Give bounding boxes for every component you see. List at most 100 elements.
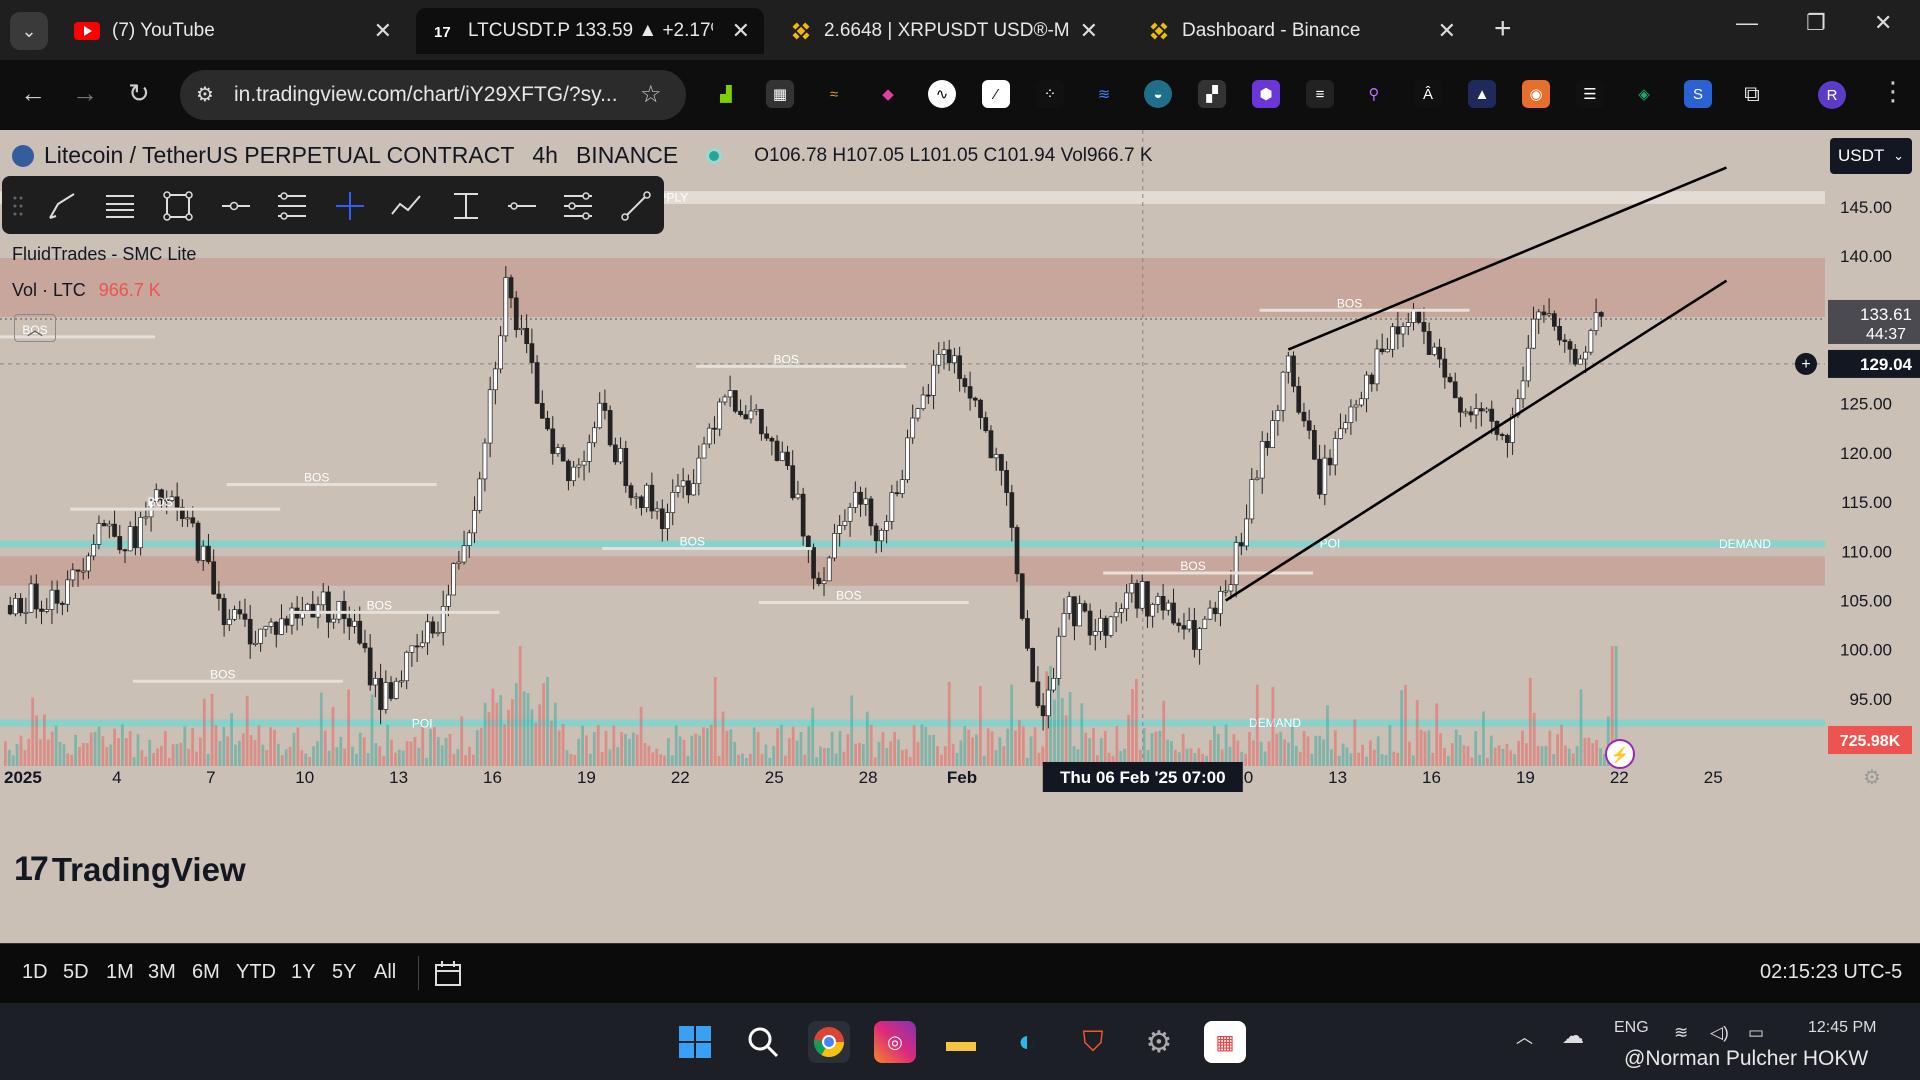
symbol-title[interactable]: Litecoin / TetherUS PERPETUAL CONTRACT bbox=[44, 142, 514, 169]
drag-handle-icon[interactable] bbox=[10, 190, 26, 222]
price-chart[interactable]: SUPPLYDEMANDDEMANDBOSBOSBOSBOSBOSBOSBOSB… bbox=[0, 130, 1920, 943]
back-button[interactable]: ← bbox=[20, 78, 46, 109]
new-tab-button[interactable]: + bbox=[1494, 12, 1512, 46]
extension-slash-icon[interactable]: ⁄ bbox=[982, 80, 1010, 108]
candle-up bbox=[200, 545, 206, 561]
volume-bar bbox=[604, 730, 608, 766]
extension-camera-icon[interactable]: ◉ bbox=[1522, 80, 1550, 108]
extension-hex-icon[interactable]: ⬢ bbox=[1252, 80, 1280, 108]
bookmark-star-icon[interactable]: ☆ bbox=[640, 80, 662, 109]
settings-gear-icon[interactable]: ⚙ bbox=[1138, 1021, 1180, 1063]
range-3m[interactable]: 3M bbox=[148, 961, 176, 984]
close-icon[interactable]: ✕ bbox=[1438, 18, 1456, 44]
brave-icon[interactable]: ⛉ bbox=[1072, 1021, 1114, 1063]
volume-icon[interactable]: ◁) bbox=[1710, 1023, 1729, 1043]
start-windows-icon[interactable] bbox=[674, 1021, 716, 1063]
file-explorer-icon[interactable]: ▬ bbox=[940, 1021, 982, 1063]
range-1m[interactable]: 1M bbox=[106, 961, 134, 984]
tab-binance-dashboard[interactable]: Dashboard - Binance ✕ bbox=[1130, 8, 1470, 54]
extension-pin-icon[interactable]: ⚲ bbox=[1360, 80, 1388, 108]
horizontal-line-icon[interactable] bbox=[506, 190, 538, 222]
chart-clock[interactable]: 02:15:23 UTC-5 bbox=[1760, 961, 1902, 984]
close-icon[interactable]: ✕ bbox=[374, 18, 392, 44]
range-5d[interactable]: 5D bbox=[63, 961, 89, 984]
close-icon[interactable]: ✕ bbox=[732, 18, 750, 44]
language-indicator[interactable]: ENG bbox=[1614, 1019, 1649, 1037]
chrome-icon[interactable] bbox=[808, 1021, 850, 1063]
price-range-icon[interactable] bbox=[450, 190, 482, 222]
onedrive-cloud-icon[interactable]: ☁ bbox=[1562, 1023, 1584, 1049]
tray-time[interactable]: 12:45 PM bbox=[1808, 1019, 1876, 1037]
volume-bar bbox=[577, 738, 581, 766]
close-icon[interactable]: ✕ bbox=[1080, 18, 1098, 44]
wifi-icon[interactable]: ≋ bbox=[1674, 1023, 1688, 1043]
tab-tradingview[interactable]: 17 LTCUSDT.P 133.59 ▲ +2.17% Ur ✕ bbox=[416, 8, 764, 54]
calendar-icon[interactable] bbox=[434, 960, 464, 988]
battery-icon[interactable]: ▭ bbox=[1748, 1023, 1764, 1043]
site-settings-icon[interactable]: ⚙ bbox=[196, 82, 214, 107]
extension-wave-icon[interactable]: ≈ bbox=[820, 80, 848, 108]
pitchfork-icon[interactable] bbox=[562, 190, 594, 222]
extension-bars-icon[interactable]: ≋ bbox=[1090, 80, 1118, 108]
trend-line-icon[interactable] bbox=[620, 190, 652, 222]
extension-lines-icon[interactable]: ☰ bbox=[1576, 80, 1604, 108]
tray-chevron-up-icon[interactable]: ︿ bbox=[1516, 1023, 1533, 1048]
edge-icon[interactable]: ◐ bbox=[1006, 1021, 1048, 1063]
interval-label[interactable]: 4h bbox=[532, 142, 558, 169]
candle-up bbox=[80, 570, 86, 573]
extension-grid-icon[interactable]: ▦ bbox=[766, 80, 794, 108]
extension-dots-icon[interactable]: ⁘ bbox=[1036, 80, 1064, 108]
volume-bar bbox=[756, 732, 760, 766]
candle-up bbox=[680, 480, 686, 487]
tab-youtube[interactable]: (7) YouTube ✕ bbox=[56, 8, 406, 54]
tab-search-button[interactable]: ⌄ bbox=[10, 12, 48, 50]
extension-pixel-icon[interactable]: ▞ bbox=[1198, 80, 1226, 108]
horizontal-ray-icon[interactable] bbox=[220, 190, 252, 222]
parallel-channel-icon[interactable] bbox=[104, 190, 136, 222]
tab-xrp-binance[interactable]: 2.6648 | XRPUSDT USD®-Margi ✕ bbox=[772, 8, 1112, 54]
collapse-legend-button[interactable]: ︿ bbox=[14, 314, 56, 342]
extension-book-icon[interactable]: ≡ bbox=[1306, 80, 1334, 108]
profile-avatar[interactable]: R bbox=[1818, 81, 1846, 109]
indicator-fluidtrades[interactable]: FluidTrades - SMC Lite bbox=[12, 244, 196, 265]
extensions-puzzle-icon[interactable]: ⧉ bbox=[1738, 80, 1766, 108]
currency-select[interactable]: USDT ⌄ bbox=[1830, 138, 1912, 174]
range-all[interactable]: All bbox=[374, 961, 396, 984]
extension-mountain-icon[interactable]: ▲ bbox=[1468, 80, 1496, 108]
crosshair-tool-icon[interactable] bbox=[334, 190, 366, 222]
volume-bar bbox=[261, 744, 265, 766]
rectangle-tool-icon[interactable] bbox=[162, 190, 194, 222]
range-1y[interactable]: 1Y bbox=[291, 961, 315, 984]
extension-circle-icon[interactable]: ∿ bbox=[928, 80, 956, 108]
browser-menu-icon[interactable]: ⋮ bbox=[1880, 76, 1906, 107]
extension-a-icon[interactable]: Â bbox=[1414, 80, 1442, 108]
candle-up bbox=[1473, 408, 1479, 416]
range-6m[interactable]: 6M bbox=[192, 961, 220, 984]
minimize-button[interactable]: — bbox=[1736, 10, 1758, 36]
extension-chart-icon[interactable]: ▟ bbox=[712, 80, 740, 108]
range-5y[interactable]: 5Y bbox=[332, 961, 356, 984]
extension-globe-icon[interactable]: ◒ bbox=[1144, 80, 1172, 108]
search-icon[interactable] bbox=[742, 1021, 784, 1063]
reload-button[interactable]: ↻ bbox=[128, 78, 150, 109]
chart-area[interactable]: SUPPLY DEMAND DEMAND BOS BOS BOS BOS BOS BOS BOS B… bbox=[0, 130, 1920, 943]
fib-retracement-icon[interactable] bbox=[276, 190, 308, 222]
extension-s-icon[interactable]: S bbox=[1684, 80, 1712, 108]
address-bar[interactable]: ⚙ in.tradingview.com/chart/iY29XFTG/?sy.… bbox=[180, 70, 686, 120]
range-1d[interactable]: 1D bbox=[22, 961, 48, 984]
volume-bar bbox=[421, 725, 425, 766]
candle-up bbox=[1244, 518, 1249, 547]
extension-gem-icon[interactable]: ◈ bbox=[1630, 80, 1658, 108]
candle-up bbox=[1546, 313, 1552, 316]
microsoft-store-icon[interactable]: ▦ bbox=[1204, 1021, 1246, 1063]
forward-button[interactable]: → bbox=[72, 78, 98, 109]
indicator-volume[interactable]: Vol · LTC 966.7 K bbox=[12, 280, 161, 301]
brush-tool-icon[interactable] bbox=[46, 190, 78, 222]
path-tool-icon[interactable] bbox=[390, 190, 422, 222]
extension-diamond-icon[interactable]: ◆ bbox=[874, 80, 902, 108]
restore-button[interactable]: ❐ bbox=[1806, 10, 1826, 36]
range-ytd[interactable]: YTD bbox=[236, 961, 276, 984]
close-window-button[interactable]: ✕ bbox=[1874, 10, 1892, 36]
trendline[interactable] bbox=[1225, 279, 1728, 602]
instagram-icon[interactable]: ◎ bbox=[874, 1021, 916, 1063]
